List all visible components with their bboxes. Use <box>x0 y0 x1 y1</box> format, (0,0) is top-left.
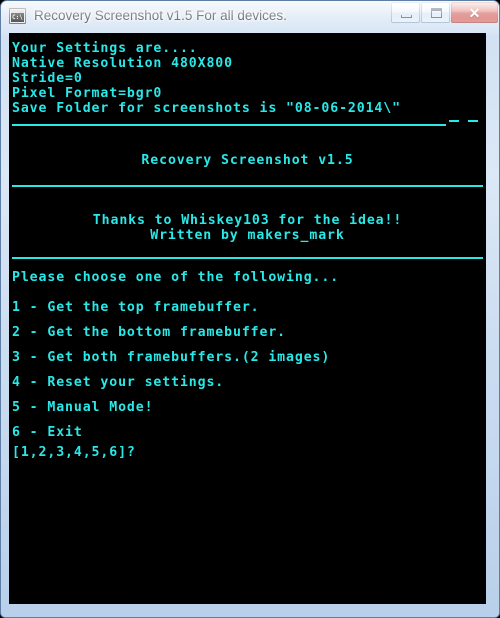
separator-dash-1 <box>449 120 459 122</box>
menu-item-5[interactable]: 5 - Manual Mode! <box>12 400 153 415</box>
menu-item-1[interactable]: 1 - Get the top framebuffer. <box>12 300 260 315</box>
minimize-button[interactable] <box>391 2 420 23</box>
cmd-console-icon: ··· C:\ <box>9 8 26 24</box>
input-prompt[interactable]: [1,2,3,4,5,6]? <box>12 445 136 460</box>
maximize-button[interactable] <box>421 2 450 23</box>
settings-header: Your Settings are.... <box>12 41 198 56</box>
minimize-icon <box>401 15 412 18</box>
separator-dash-2 <box>468 120 478 122</box>
separator-line-2 <box>12 185 483 187</box>
close-button[interactable]: ✕ <box>451 2 498 23</box>
window-title: Recovery Screenshot v1.5 For all devices… <box>34 8 287 23</box>
menu-item-3[interactable]: 3 - Get both framebuffers.(2 images) <box>12 350 330 365</box>
setting-resolution: Native Resolution 480X800 <box>12 56 233 71</box>
cmd-icon-label: C:\ <box>11 13 24 22</box>
close-icon: ✕ <box>468 5 481 21</box>
setting-save-folder: Save Folder for screenshots is "08-06-20… <box>12 101 401 116</box>
credit-author: Written by makers_mark <box>150 228 345 243</box>
menu-item-4[interactable]: 4 - Reset your settings. <box>12 375 224 390</box>
separator-line-1 <box>12 124 446 126</box>
console-output-area[interactable]: Your Settings are.... Native Resolution … <box>9 33 486 604</box>
credit-thanks: Thanks to Whiskey103 for the idea!! <box>92 213 403 228</box>
setting-pixel-format: Pixel Format=bgr0 <box>12 86 163 101</box>
application-window: ··· C:\ Recovery Screenshot v1.5 For all… <box>0 0 500 618</box>
banner-title: Recovery Screenshot v1.5 <box>141 153 354 168</box>
separator-line-3 <box>12 257 483 259</box>
menu-item-2[interactable]: 2 - Get the bottom framebuffer. <box>12 325 286 340</box>
setting-stride: Stride=0 <box>12 71 83 86</box>
menu-item-6[interactable]: 6 - Exit <box>12 425 83 440</box>
caption-buttons: ✕ <box>390 2 498 24</box>
maximize-icon <box>431 8 442 18</box>
menu-prompt: Please choose one of the following... <box>12 270 340 285</box>
title-bar[interactable]: ··· C:\ Recovery Screenshot v1.5 For all… <box>1 1 499 31</box>
